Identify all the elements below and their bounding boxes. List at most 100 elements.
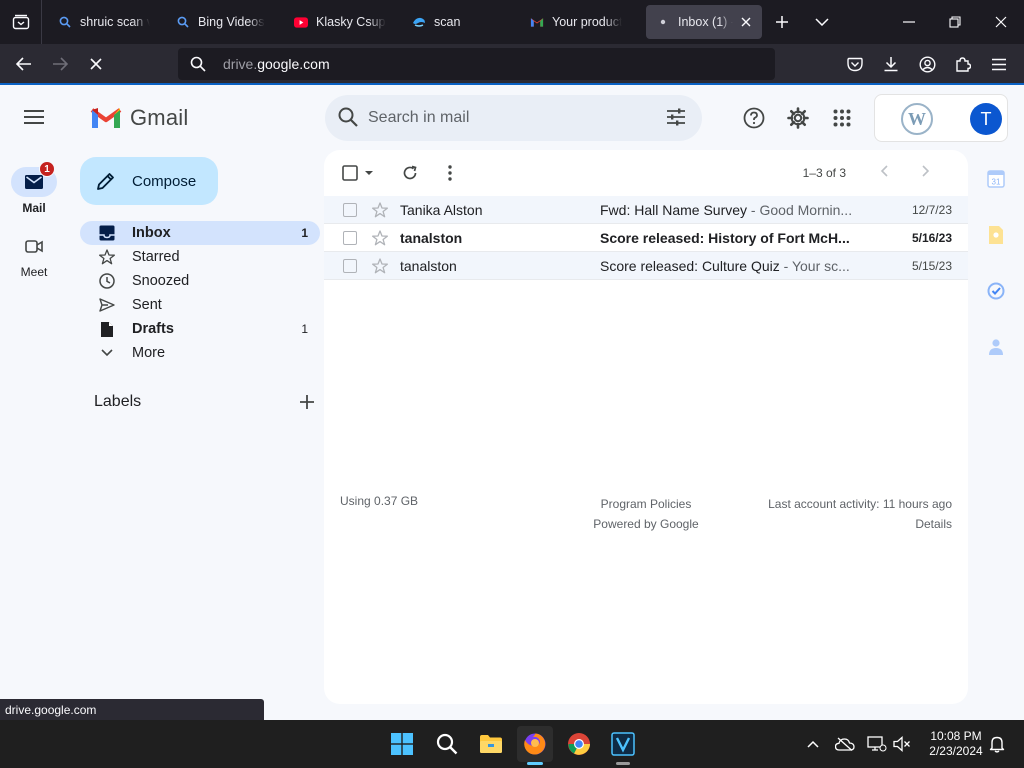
tasks-addon[interactable]: [984, 279, 1008, 303]
forward-button[interactable]: [43, 47, 77, 81]
star-button[interactable]: [372, 258, 388, 274]
folder-label: Snoozed: [132, 273, 190, 289]
gmail-logo[interactable]: Gmail: [90, 105, 188, 131]
create-label-button[interactable]: [300, 395, 314, 409]
more-vertical-icon: [448, 165, 452, 181]
compose-button[interactable]: Compose: [80, 157, 218, 205]
search-options-button[interactable]: [666, 107, 686, 127]
show-hidden-icons-button[interactable]: [802, 732, 824, 756]
account-switcher[interactable]: W T: [874, 94, 1008, 142]
settings-button[interactable]: [785, 105, 811, 131]
email-row[interactable]: tanalston Score released: Culture Quiz -…: [324, 252, 968, 280]
newer-page-button[interactable]: [880, 164, 890, 178]
refresh-icon: [403, 165, 417, 180]
star-icon: [98, 248, 116, 266]
app-v-icon: [611, 732, 635, 756]
downloads-button[interactable]: [874, 47, 908, 81]
taskbar-clock[interactable]: 10:08 PM 2/23/2024: [918, 729, 994, 759]
more-options-button[interactable]: [440, 162, 460, 184]
main-menu-button[interactable]: [20, 105, 48, 129]
pocket-button[interactable]: [838, 47, 872, 81]
program-policies-link[interactable]: Program Policies: [576, 494, 716, 514]
edge-icon: [412, 15, 426, 29]
folder-more[interactable]: More: [80, 341, 320, 365]
email-sender: Tanika Alston: [400, 202, 483, 218]
tab-close-button[interactable]: [739, 14, 752, 30]
support-button[interactable]: [741, 105, 767, 131]
star-button[interactable]: [372, 230, 388, 246]
bell-icon: [989, 736, 1005, 753]
browser-tab-active[interactable]: Inbox (1) - t: [646, 5, 762, 39]
folder-count: 1: [301, 322, 308, 336]
browser-tab-2[interactable]: Bing Videos: [166, 5, 278, 39]
row-checkbox[interactable]: [343, 203, 357, 217]
rail-label: Mail: [22, 201, 46, 215]
account-button[interactable]: [910, 47, 944, 81]
gear-icon: [787, 107, 809, 129]
email-subject: Score released: History of Fort McH...: [600, 230, 850, 246]
google-apps-button[interactable]: [829, 105, 855, 131]
browser-tab-1[interactable]: shruic scan ve: [48, 5, 160, 39]
browser-tab-3[interactable]: Klasky Csupo R: [284, 5, 396, 39]
browser-tab-4[interactable]: scan: [402, 5, 514, 39]
url-bar[interactable]: drive.google.com: [178, 48, 775, 80]
older-page-button[interactable]: [920, 164, 930, 178]
chrome-taskbar-button[interactable]: [561, 726, 597, 762]
tab-list-button[interactable]: [0, 0, 42, 44]
cloud-offline-icon: [835, 737, 855, 751]
email-row[interactable]: Tanika Alston Fwd: Hall Name Survey - Go…: [324, 196, 968, 224]
onedrive-tray-icon[interactable]: [834, 732, 856, 756]
select-all-checkbox[interactable]: [342, 162, 376, 184]
folder-inbox[interactable]: Inbox 1: [80, 221, 320, 245]
details-link[interactable]: Details: [768, 514, 952, 534]
row-checkbox[interactable]: [343, 231, 357, 245]
notifications-button[interactable]: [986, 732, 1008, 756]
search-button[interactable]: [337, 106, 359, 128]
tab-overflow-button[interactable]: [802, 0, 842, 44]
chevron-down-icon: [815, 18, 829, 26]
powered-by-text: Powered by Google: [593, 517, 699, 531]
folder-starred[interactable]: Starred: [80, 245, 320, 269]
folder-sent[interactable]: Sent: [80, 293, 320, 317]
rail-mail[interactable]: 1 Mail: [0, 161, 68, 215]
avatar[interactable]: T: [970, 103, 1002, 135]
rail-meet[interactable]: Meet: [0, 231, 68, 279]
pencil-icon: [97, 173, 114, 190]
wordpress-logo-icon: W: [901, 103, 933, 135]
menu-button[interactable]: [982, 47, 1016, 81]
close-window-button[interactable]: [978, 0, 1024, 44]
email-row[interactable]: tanalston Score released: History of For…: [324, 224, 968, 252]
contacts-addon[interactable]: [984, 335, 1008, 359]
browser-tab-5[interactable]: Your product r: [520, 5, 632, 39]
star-button[interactable]: [372, 202, 388, 218]
back-button[interactable]: [7, 47, 41, 81]
new-tab-button[interactable]: [762, 0, 802, 44]
file-explorer-button[interactable]: [473, 726, 509, 762]
extensions-button[interactable]: [946, 47, 980, 81]
windows-logo-icon: [391, 733, 413, 755]
labels-section: Labels: [94, 393, 314, 411]
keep-addon[interactable]: [984, 223, 1008, 247]
list-toolbar: 1–3 of 3: [324, 150, 968, 196]
minimize-button[interactable]: [886, 0, 932, 44]
stop-loading-button[interactable]: [79, 47, 113, 81]
start-button[interactable]: [384, 726, 420, 762]
taskbar-search-button[interactable]: [429, 726, 465, 762]
clock-icon: [98, 272, 116, 290]
svg-text:31: 31: [992, 178, 1001, 187]
row-checkbox[interactable]: [343, 259, 357, 273]
folder-snoozed[interactable]: Snoozed: [80, 269, 320, 293]
restore-icon: [949, 16, 961, 28]
vs-taskbar-button[interactable]: [605, 726, 641, 765]
volume-tray-icon[interactable]: [891, 732, 913, 756]
email-sender: tanalston: [400, 230, 463, 246]
status-url-tooltip: drive.google.com: [0, 699, 264, 720]
firefox-taskbar-button[interactable]: [517, 726, 553, 765]
restore-button[interactable]: [932, 0, 978, 44]
refresh-button[interactable]: [400, 162, 420, 184]
gmail-logo-icon: [90, 108, 122, 128]
search-input[interactable]: [368, 105, 648, 131]
folder-drafts[interactable]: Drafts 1: [80, 317, 320, 341]
calendar-addon[interactable]: 31: [984, 167, 1008, 191]
network-tray-icon[interactable]: [866, 732, 888, 756]
